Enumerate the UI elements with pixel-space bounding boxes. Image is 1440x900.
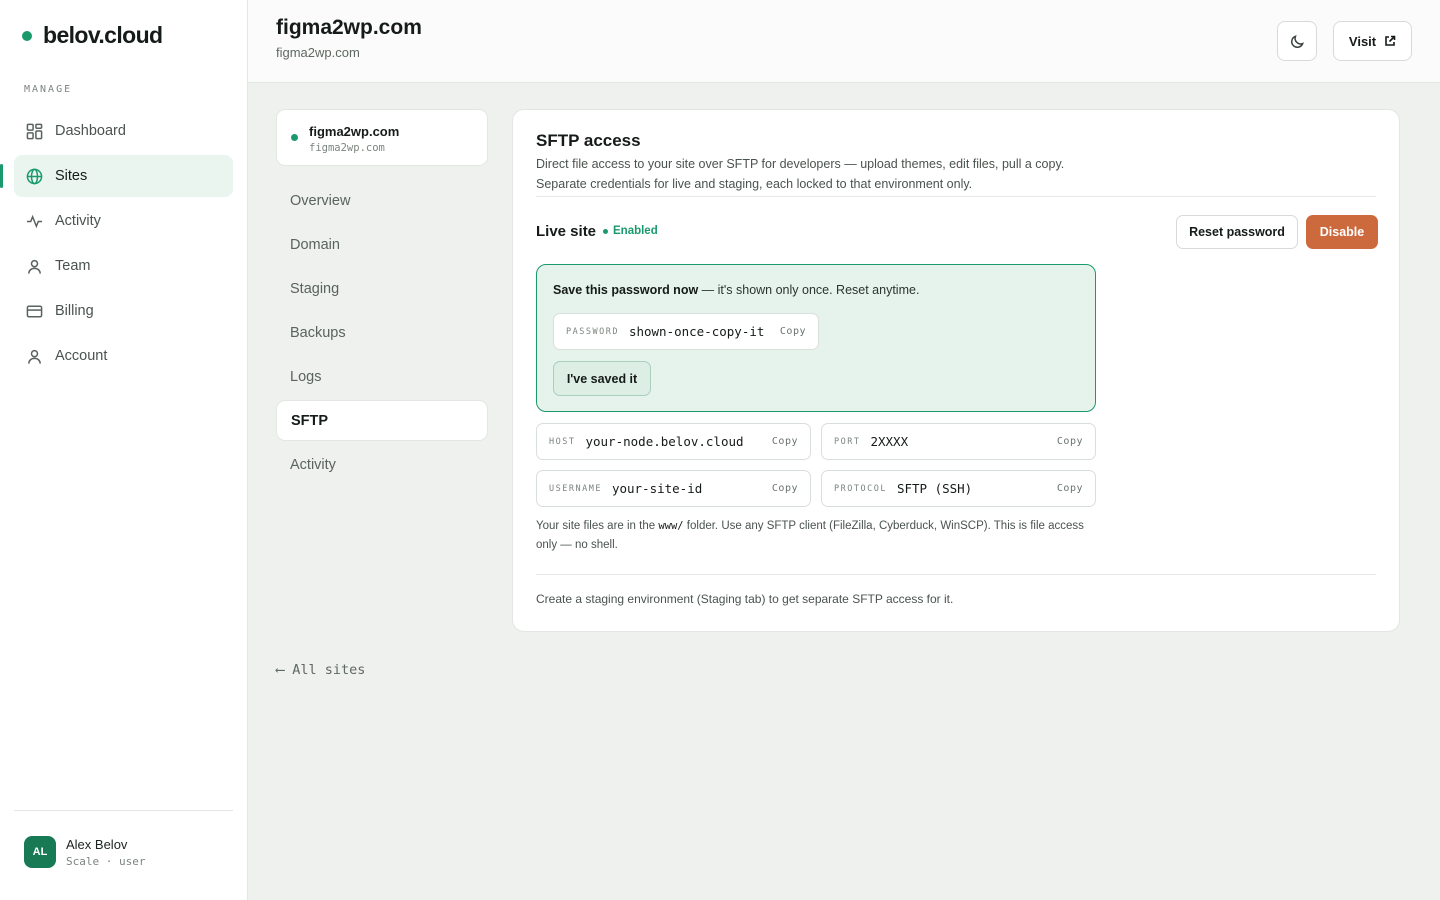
password-field: PASSWORD shown-once-copy-it Copy [553, 313, 819, 350]
port-value[interactable]: 2XXXX [870, 434, 1056, 449]
sidebar-divider [14, 810, 233, 811]
sidebar-item-dashboard[interactable]: Dashboard [14, 110, 233, 152]
globe-icon [26, 168, 43, 184]
site-subnav: Overview Domain Staging Backups Logs SFT… [276, 180, 488, 488]
sidebar-item-label: Account [55, 348, 108, 364]
sidebar-item-account[interactable]: Account [14, 335, 233, 377]
sidebar-item-sites[interactable]: Sites [0, 155, 233, 197]
sidebar-item-activity[interactable]: Activity [14, 200, 233, 242]
main-nav: Dashboard Sites Activity Team Billing Ac… [0, 110, 233, 380]
staging-note: Create a staging environment (Staging ta… [536, 592, 954, 606]
sidebar-item-label: Sites [55, 168, 88, 184]
page-header: figma2wp.com figma2wp.com Visit [248, 0, 1440, 83]
sidebar-item-label: Dashboard [55, 123, 126, 139]
port-field: PORT 2XXXX Copy [821, 423, 1096, 460]
sidebar-item-label: Team [55, 258, 91, 274]
tab-staging[interactable]: Staging [276, 268, 488, 309]
person-icon [28, 259, 41, 274]
tab-backups[interactable]: Backups [276, 312, 488, 353]
brand-name: belov.cloud [43, 22, 163, 48]
sftp-card: SFTP access Direct file access to your s… [512, 109, 1400, 632]
tab-domain[interactable]: Domain [276, 224, 488, 265]
status-text: Enabled [613, 225, 658, 237]
sftp-help-text: Your site files are in the www/ folder. … [536, 517, 1096, 555]
visit-button-label: Visit [1348, 33, 1377, 49]
avatar: AL [24, 836, 56, 868]
status-dot-icon [603, 228, 608, 234]
disable-button[interactable]: Disable [1306, 215, 1378, 249]
password-notice-bold: Save this password now [553, 283, 699, 297]
all-sites-link[interactable]: ⟵ All sites [276, 662, 365, 678]
site-status-dot-icon [291, 134, 298, 141]
user-name: Alex Belov [66, 836, 128, 852]
pulse-icon [26, 214, 43, 228]
sidebar-item-label: Activity [55, 213, 101, 229]
copy-host-button[interactable]: Copy [772, 436, 798, 447]
visit-button[interactable]: Visit [1333, 21, 1412, 61]
sftp-title: SFTP access [536, 131, 641, 150]
username-value[interactable]: your-site-id [612, 481, 772, 496]
live-site-heading: Live site [536, 223, 597, 240]
tab-sftp[interactable]: SFTP [276, 400, 488, 441]
sidebar-item-team[interactable]: Team [14, 245, 233, 287]
brand-logo[interactable]: belov.cloud [22, 22, 163, 49]
username-field: USERNAME your-site-id Copy [536, 470, 811, 507]
protocol-field: PROTOCOL SFTP (SSH) Copy [821, 470, 1096, 507]
sftp-description: Direct file access to your site over SFT… [536, 154, 1136, 194]
sidebar-item-billing[interactable]: Billing [14, 290, 233, 332]
nav-section-label: MANAGE [24, 84, 73, 95]
protocol-value[interactable]: SFTP (SSH) [897, 481, 1057, 496]
sftp-description-line: Direct file access to your site over SFT… [536, 157, 1065, 171]
password-notice-text: Save this password now — it's shown only… [553, 283, 919, 297]
person-icon [28, 349, 41, 364]
sftp-description-line: Separate credentials for live and stagin… [536, 177, 973, 191]
page-title: figma2wp.com [276, 16, 422, 39]
tab-overview[interactable]: Overview [276, 180, 488, 221]
site-selector-card[interactable]: figma2wp.com figma2wp.com [276, 109, 488, 166]
password-label: PASSWORD [566, 326, 619, 337]
copy-protocol-button[interactable]: Copy [1057, 483, 1083, 494]
port-label: PORT [834, 436, 861, 447]
site-card-slug: figma2wp.com [309, 142, 385, 154]
host-field: HOST your-node.belov.cloud Copy [536, 423, 811, 460]
brand-dot-icon [22, 30, 32, 41]
user-profile[interactable]: AL Alex Belov Scale · user [24, 836, 145, 868]
moon-icon [1290, 34, 1304, 48]
password-notice-rest: — it's shown only once. Reset anytime. [698, 283, 920, 297]
username-label: USERNAME [549, 483, 602, 494]
sidebar: belov.cloud MANAGE Dashboard Sites Activ… [0, 0, 248, 900]
protocol-label: PROTOCOL [834, 483, 887, 494]
card-icon [26, 305, 43, 317]
page-subtitle: figma2wp.com [276, 45, 360, 60]
status-badge: Enabled [603, 225, 658, 237]
sidebar-item-label: Billing [55, 303, 94, 319]
divider [536, 196, 1376, 197]
tab-activity[interactable]: Activity [276, 444, 488, 485]
user-plan: Scale · user [66, 854, 146, 868]
copy-password-button[interactable]: Copy [780, 326, 806, 337]
saved-it-button[interactable]: I've saved it [553, 361, 651, 396]
reset-password-button[interactable]: Reset password [1176, 215, 1298, 249]
password-notice: Save this password now — it's shown only… [536, 264, 1096, 412]
copy-username-button[interactable]: Copy [772, 483, 798, 494]
site-card-name: figma2wp.com [309, 124, 400, 139]
host-value[interactable]: your-node.belov.cloud [585, 434, 771, 449]
tab-logs[interactable]: Logs [276, 356, 488, 397]
copy-port-button[interactable]: Copy [1057, 436, 1083, 447]
help-text-pre: Your site files are in the [536, 520, 659, 532]
help-folder-code: www/ [658, 520, 684, 532]
host-label: HOST [549, 436, 576, 447]
external-link-icon [1385, 35, 1396, 46]
theme-toggle-button[interactable] [1277, 21, 1317, 61]
divider [536, 574, 1376, 575]
password-value[interactable]: shown-once-copy-it [629, 324, 780, 339]
grid-icon [26, 123, 43, 139]
